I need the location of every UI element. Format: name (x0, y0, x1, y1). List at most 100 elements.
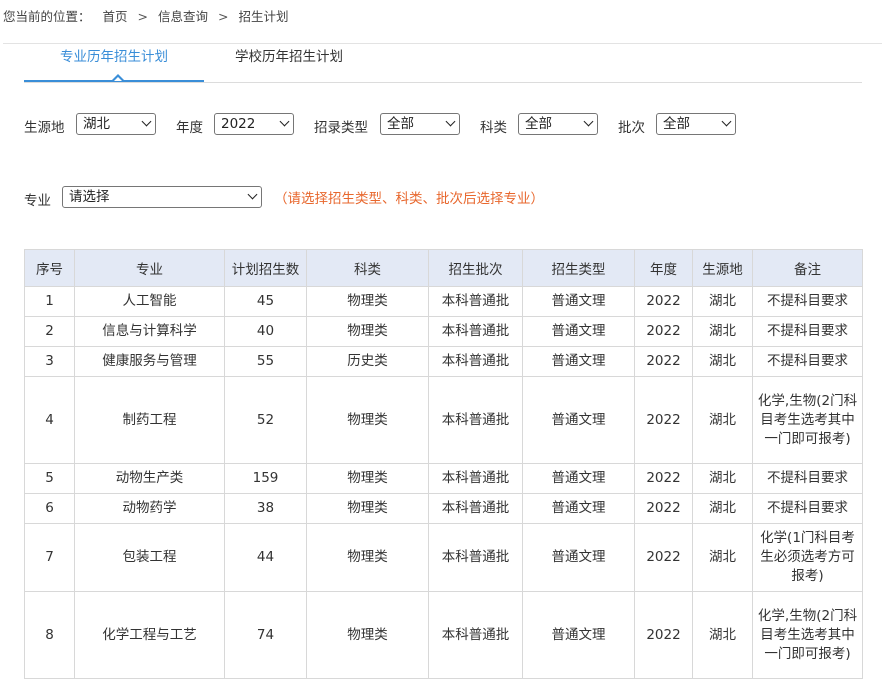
table-cell: 普通文理 (522, 493, 635, 524)
table-cell: 化学(1门科目考生必须选考方可报考) (752, 523, 863, 592)
origin-select-value: 湖北 (83, 116, 110, 132)
table-cell: 湖北 (692, 346, 753, 377)
table-cell: 2 (24, 316, 75, 347)
table-cell: 2022 (634, 346, 693, 377)
table-cell: 2022 (634, 463, 693, 494)
table-row: 4 制药工程 52 物理类 本科普通批 普通文理 2022 湖北 化学,生物(2… (24, 376, 863, 464)
table-header-row: 序号 专业 计划招生数 科类 招生批次 招生类型 年度 生源地 备注 (24, 249, 863, 287)
active-tab-caret-inner (114, 77, 122, 81)
table-cell: 本科普通批 (428, 376, 523, 464)
subject-select-value: 全部 (525, 116, 552, 132)
year-select[interactable]: 2022 (214, 113, 294, 135)
major-select[interactable]: 请选择 (62, 186, 262, 208)
table-row: 1 人工智能 45 物理类 本科普通批 普通文理 2022 湖北 不提科目要求 (24, 286, 863, 317)
table-cell: 普通文理 (522, 591, 635, 679)
table-cell: 3 (24, 346, 75, 377)
column-header: 年度 (634, 249, 693, 287)
table-cell: 8 (24, 591, 75, 679)
enrollment-plan-table: 序号 专业 计划招生数 科类 招生批次 招生类型 年度 生源地 备注 1 人工智… (24, 249, 863, 679)
table-cell: 1 (24, 286, 75, 317)
table-cell: 不提科目要求 (752, 463, 863, 494)
table-cell: 55 (224, 346, 307, 377)
table-cell: 动物药学 (74, 493, 225, 524)
table-cell: 普通文理 (522, 376, 635, 464)
table-cell: 湖北 (692, 376, 753, 464)
tab-school-history[interactable]: 学校历年招生计划 (214, 44, 364, 82)
table-cell: 湖北 (692, 493, 753, 524)
table-cell: 制药工程 (74, 376, 225, 464)
chevron-down-icon (445, 116, 456, 127)
table-cell: 本科普通批 (428, 523, 523, 592)
table-cell: 2022 (634, 316, 693, 347)
origin-select[interactable]: 湖北 (76, 113, 156, 135)
table-cell: 湖北 (692, 463, 753, 494)
table-cell: 本科普通批 (428, 493, 523, 524)
breadcrumb-current: 招生计划 (238, 9, 289, 24)
subject-label: 科类 (480, 120, 507, 136)
table-cell: 化学,生物(2门科目考生选考其中一门即可报考) (752, 591, 863, 679)
table-cell: 健康服务与管理 (74, 346, 225, 377)
table-cell: 4 (24, 376, 75, 464)
major-select-value: 请选择 (69, 189, 110, 205)
table-cell: 普通文理 (522, 523, 635, 592)
table-cell: 动物生产类 (74, 463, 225, 494)
table-cell: 包装工程 (74, 523, 225, 592)
breadcrumb-prefix: 您当前的位置： (3, 9, 91, 24)
admission-type-select[interactable]: 全部 (380, 113, 460, 135)
column-header: 专业 (74, 249, 225, 287)
table-cell: 物理类 (306, 463, 429, 494)
major-label: 专业 (24, 193, 51, 209)
table-row: 8 化学工程与工艺 74 物理类 本科普通批 普通文理 2022 湖北 化学,生… (24, 591, 863, 679)
batch-label: 批次 (618, 120, 645, 136)
table-cell: 信息与计算科学 (74, 316, 225, 347)
column-header: 备注 (752, 249, 863, 287)
batch-select[interactable]: 全部 (656, 113, 736, 135)
column-header: 生源地 (692, 249, 753, 287)
chevron-down-icon (279, 116, 290, 127)
table-cell: 普通文理 (522, 346, 635, 377)
admission-type-label: 招录类型 (314, 120, 368, 136)
table-cell: 历史类 (306, 346, 429, 377)
table-cell: 2022 (634, 493, 693, 524)
subject-select[interactable]: 全部 (518, 113, 598, 135)
chevron-down-icon (247, 189, 258, 200)
table-cell: 不提科目要求 (752, 346, 863, 377)
chevron-down-icon (141, 116, 152, 127)
chevron-down-icon (583, 116, 594, 127)
table-row: 7 包装工程 44 物理类 本科普通批 普通文理 2022 湖北 化学(1门科目… (24, 523, 863, 592)
table-cell: 74 (224, 591, 307, 679)
table-cell: 7 (24, 523, 75, 592)
breadcrumb-separator: > (217, 9, 229, 24)
table-cell: 物理类 (306, 591, 429, 679)
major-hint-text: （请选择招生类型、科类、批次后选择专业） (274, 191, 544, 207)
year-select-value: 2022 (221, 116, 256, 132)
table-cell: 化学,生物(2门科目考生选考其中一门即可报考) (752, 376, 863, 464)
breadcrumb-info-link[interactable]: 信息查询 (158, 6, 208, 25)
table-cell: 2022 (634, 376, 693, 464)
year-label: 年度 (176, 120, 203, 136)
table-cell: 不提科目要求 (752, 286, 863, 317)
table-cell: 湖北 (692, 316, 753, 347)
table-cell: 159 (224, 463, 307, 494)
column-header: 招生批次 (428, 249, 523, 287)
column-header: 科类 (306, 249, 429, 287)
table-cell: 38 (224, 493, 307, 524)
table-row: 2 信息与计算科学 40 物理类 本科普通批 普通文理 2022 湖北 不提科目… (24, 316, 863, 347)
table-cell: 44 (224, 523, 307, 592)
table-cell: 2022 (634, 523, 693, 592)
breadcrumb: 您当前的位置： 首页 > 信息查询 > 招生计划 (3, 6, 288, 25)
batch-select-value: 全部 (663, 116, 690, 132)
table-cell: 本科普通批 (428, 463, 523, 494)
table-cell: 物理类 (306, 493, 429, 524)
table-cell: 本科普通批 (428, 286, 523, 317)
origin-label: 生源地 (24, 120, 65, 136)
table-cell: 不提科目要求 (752, 493, 863, 524)
table-cell: 40 (224, 316, 307, 347)
table-cell: 2022 (634, 591, 693, 679)
table-cell: 人工智能 (74, 286, 225, 317)
table-cell: 普通文理 (522, 286, 635, 317)
breadcrumb-home-link[interactable]: 首页 (103, 6, 128, 25)
table-cell: 化学工程与工艺 (74, 591, 225, 679)
tab-bar: 专业历年招生计划 学校历年招生计划 (24, 44, 862, 83)
column-header: 序号 (24, 249, 75, 287)
